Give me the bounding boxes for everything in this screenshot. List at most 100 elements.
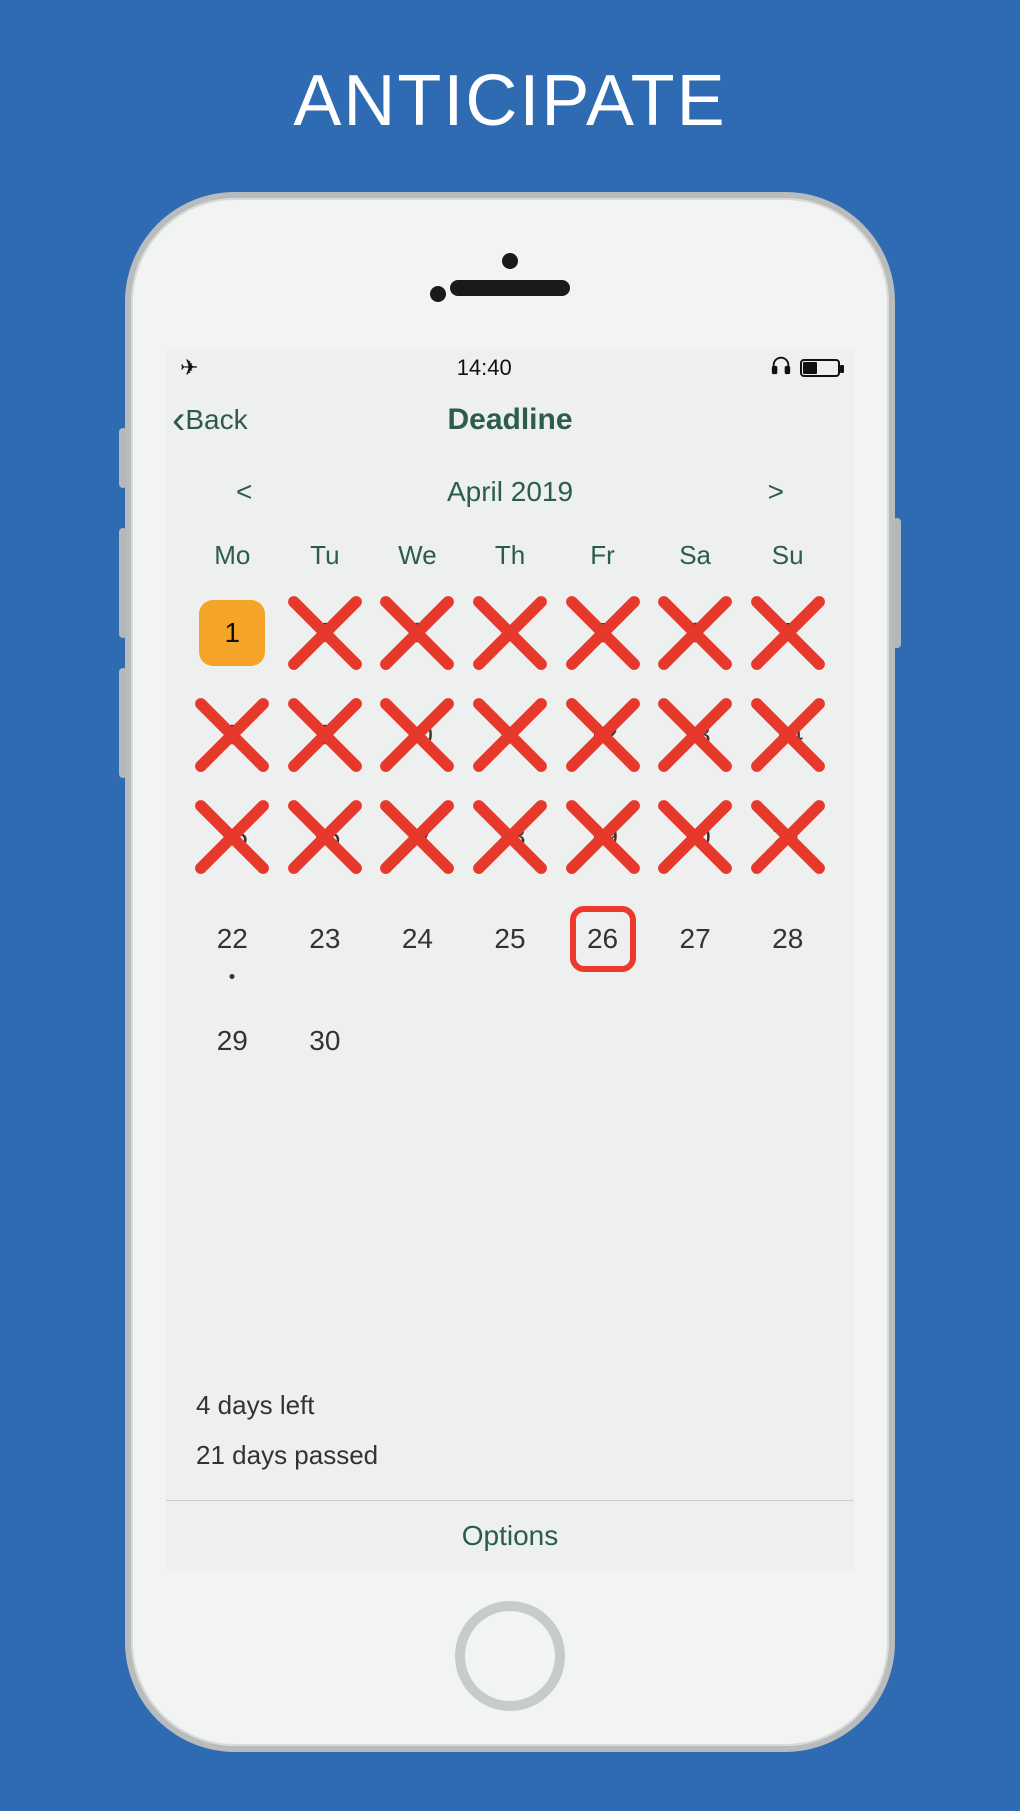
nav-title: Deadline: [447, 403, 572, 437]
day-number: 12: [570, 702, 636, 768]
home-button[interactable]: [455, 1601, 565, 1711]
day-number: 27: [662, 906, 728, 972]
day-cell[interactable]: 3: [371, 585, 464, 681]
weekday-label: Th: [464, 540, 557, 571]
phone-mute-switch: [119, 428, 127, 488]
status-time: 14:40: [457, 355, 512, 381]
day-number: 5: [570, 600, 636, 666]
day-number: 4: [477, 600, 543, 666]
phone-frame: ✈ 14:40 ‹ Back Deadline: [125, 192, 895, 1752]
day-cell[interactable]: 27: [649, 891, 742, 987]
nav-bar: ‹ Back Deadline: [166, 388, 854, 452]
day-cell[interactable]: 19: [556, 789, 649, 885]
front-camera: [502, 253, 518, 269]
day-cell[interactable]: 26: [556, 891, 649, 987]
day-cell[interactable]: 16: [279, 789, 372, 885]
day-cell[interactable]: 21: [741, 789, 834, 885]
day-cell[interactable]: 14: [741, 687, 834, 783]
day-number: 16: [292, 804, 358, 870]
day-cell[interactable]: 23: [279, 891, 372, 987]
promo-headline: ANTICIPATE: [293, 60, 726, 142]
day-number: 15: [199, 804, 265, 870]
day-cell[interactable]: 11: [464, 687, 557, 783]
calendar-grid: 1234567891011121314151617181920212223242…: [166, 579, 854, 1095]
weekday-label: Mo: [186, 540, 279, 571]
day-number: 26: [570, 906, 636, 972]
day-number: 13: [662, 702, 728, 768]
day-cell[interactable]: 6: [649, 585, 742, 681]
days-left-label: 4 days left: [196, 1381, 824, 1430]
day-cell[interactable]: 12: [556, 687, 649, 783]
day-cell[interactable]: 5: [556, 585, 649, 681]
day-number: 2: [292, 600, 358, 666]
day-cell[interactable]: 8: [186, 687, 279, 783]
headphones-icon: [770, 354, 792, 382]
back-button[interactable]: ‹ Back: [172, 400, 248, 440]
weekday-label: We: [371, 540, 464, 571]
day-number: 30: [292, 1008, 358, 1074]
day-number: 14: [755, 702, 821, 768]
weekday-label: Sa: [649, 540, 742, 571]
day-number: 3: [384, 600, 450, 666]
next-month-button[interactable]: >: [758, 472, 794, 512]
weekday-header: Mo Tu We Th Fr Sa Su: [166, 522, 854, 579]
earpiece-speaker: [450, 280, 570, 296]
month-label[interactable]: April 2019: [447, 476, 573, 508]
day-cell[interactable]: 17: [371, 789, 464, 885]
day-number: 22: [199, 906, 265, 972]
phone-volume-down: [119, 668, 127, 778]
day-cell[interactable]: 22: [186, 891, 279, 987]
day-cell[interactable]: 1: [186, 585, 279, 681]
day-number: 20: [662, 804, 728, 870]
day-number: 17: [384, 804, 450, 870]
back-label: Back: [185, 404, 247, 436]
phone-power-button: [893, 518, 901, 648]
day-cell[interactable]: 20: [649, 789, 742, 885]
day-number: 9: [292, 702, 358, 768]
day-cell[interactable]: 4: [464, 585, 557, 681]
day-cell[interactable]: 28: [741, 891, 834, 987]
battery-icon: [800, 359, 840, 377]
airplane-mode-icon: ✈: [180, 355, 198, 381]
day-number: 18: [477, 804, 543, 870]
day-number: 19: [570, 804, 636, 870]
weekday-label: Fr: [556, 540, 649, 571]
day-number: 1: [199, 600, 265, 666]
summary-block: 4 days left 21 days passed: [166, 1381, 854, 1500]
day-number: 23: [292, 906, 358, 972]
day-number: 8: [199, 702, 265, 768]
day-cell[interactable]: 25: [464, 891, 557, 987]
today-indicator: [230, 974, 235, 979]
day-number: 10: [384, 702, 450, 768]
month-selector: < April 2019 >: [166, 452, 854, 522]
day-number: 25: [477, 906, 543, 972]
day-number: 29: [199, 1008, 265, 1074]
phone-volume-up: [119, 528, 127, 638]
day-cell[interactable]: 30: [279, 993, 372, 1089]
proximity-sensor: [430, 286, 446, 302]
day-cell[interactable]: 10: [371, 687, 464, 783]
options-button[interactable]: Options: [166, 1501, 854, 1571]
weekday-label: Su: [741, 540, 834, 571]
day-number: 28: [755, 906, 821, 972]
day-cell[interactable]: 18: [464, 789, 557, 885]
day-cell[interactable]: 7: [741, 585, 834, 681]
day-number: 6: [662, 600, 728, 666]
day-cell[interactable]: 2: [279, 585, 372, 681]
day-cell[interactable]: 9: [279, 687, 372, 783]
options-label: Options: [462, 1520, 559, 1552]
days-passed-label: 21 days passed: [196, 1431, 824, 1480]
chevron-left-icon: ‹: [172, 400, 185, 440]
day-cell[interactable]: 24: [371, 891, 464, 987]
day-number: 21: [755, 804, 821, 870]
day-cell[interactable]: 13: [649, 687, 742, 783]
day-cell[interactable]: 29: [186, 993, 279, 1089]
weekday-label: Tu: [279, 540, 372, 571]
day-cell[interactable]: 15: [186, 789, 279, 885]
day-number: 11: [477, 702, 543, 768]
status-bar: ✈ 14:40: [166, 348, 854, 388]
day-number: 24: [384, 906, 450, 972]
day-number: 7: [755, 600, 821, 666]
prev-month-button[interactable]: <: [226, 472, 262, 512]
app-screen: ✈ 14:40 ‹ Back Deadline: [166, 348, 854, 1571]
